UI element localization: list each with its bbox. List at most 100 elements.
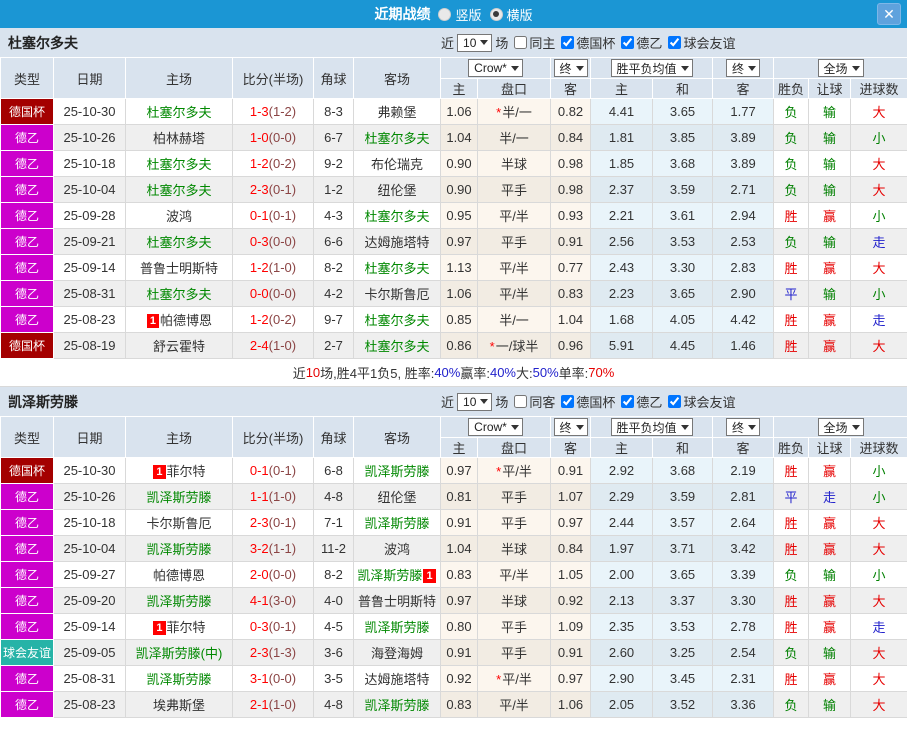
crow-away-odds: 0.82 [550,98,592,125]
layout-horizontal-label: 横版 [506,7,533,23]
handicap-text: 平手 [501,183,528,198]
handicap-result-cell: 赢 [808,665,852,692]
away-team-name: 杜塞尔多夫 [364,131,430,146]
same-away-filter[interactable]: 同客 [508,392,555,411]
layout-vertical-radio[interactable]: 竖版 [438,5,482,24]
col-score: 比分(半场) [232,416,314,458]
handicap-result-cell: 输 [808,98,852,125]
fulltime-score: 3-1 [249,671,269,686]
corner-count: 4-2 [313,280,354,307]
competition-checkbox[interactable] [668,36,682,49]
away-team: 布伦瑞克 [353,150,441,177]
competition-filter[interactable]: 球会友谊 [662,33,735,52]
corner-count: 4-3 [313,202,354,229]
competition-badge: 德乙 [0,228,54,255]
avg-draw-odds: 3.65 [652,98,714,125]
competition-checkbox[interactable] [561,395,575,408]
layout-horizontal-radio[interactable]: 横版 [489,5,533,24]
avg-odds-select[interactable]: 胜平负均值 [610,418,693,436]
competition-filter[interactable]: 德国杯 [555,392,615,411]
handicap-line: 平手 [476,228,552,255]
match-row: 德乙 25-08-23 1 帕德博恩 1-2(0-2) 9-7 杜塞尔多夫 0.85 半/一 1.… [0,306,907,333]
col-result: 胜负 [773,437,810,458]
competition-filter[interactable]: 球会友谊 [662,392,735,411]
crow-away-odds: 0.93 [550,202,592,229]
result-cell: 平 [773,280,810,307]
home-team-name: 凯泽斯劳滕 [146,594,212,609]
match-date: 25-10-04 [53,535,126,562]
same-home-checkbox[interactable] [514,36,528,49]
match-row: 德国杯 25-08-19 舒云霍特 2-4(1-0) 2-7 杜塞尔多夫 0.86 *一/球半… [0,332,907,359]
same-home-filter[interactable]: 同主 [508,33,555,52]
competition-badge: 德乙 [0,176,54,203]
avg-home-odds: 2.13 [590,587,654,614]
match-count-select[interactable]: 10 [457,33,493,52]
competition-checkbox[interactable] [621,36,635,49]
home-team-name: 舒云霍特 [152,339,205,354]
near-label: 近 [441,395,455,410]
away-team-name: 波鸿 [383,542,410,557]
bookmaker-select[interactable]: Crow* [468,59,523,77]
home-team: 凯泽斯劳滕 [125,535,233,562]
bookmaker-select[interactable]: Crow* [468,418,523,436]
avg-draw-odds: 3.61 [652,202,714,229]
chevron-down-icon [680,424,689,430]
crow-away-odds: 0.91 [550,639,592,666]
corner-count: 9-2 [313,150,354,177]
avg-home-odds: 4.41 [590,98,654,125]
match-score: 1-0(0-0) [232,124,314,151]
crow-away-odds: 0.97 [550,665,592,692]
match-date: 25-10-18 [53,509,126,536]
goals-result-cell: 大 [850,639,907,666]
competition-checkbox[interactable] [668,395,682,408]
games-label: 场 [495,395,509,410]
odds-time-select[interactable]: 终 [553,59,588,77]
avg-time-select[interactable]: 终 [726,59,761,77]
competition-filter[interactable]: 德国杯 [555,33,615,52]
away-team: 达姆施塔特 [353,228,441,255]
goals-result-cell: 大 [850,98,907,125]
match-date: 25-10-30 [53,457,126,484]
halftime-score: (1-0) [268,697,297,712]
team2-competition-filters: 德国杯 德乙 球会友谊 [555,392,735,411]
page-title: 近期战绩 [374,6,431,22]
period-select[interactable]: 全场 [817,59,864,77]
away-team: 杜塞尔多夫 [353,254,441,281]
home-team: 1 菲尔特 [125,613,233,640]
handicap-text: 平/半 [499,209,529,224]
fulltime-score: 0-3 [249,619,269,634]
chevron-down-icon [510,65,519,71]
radio-selected-icon[interactable] [489,7,503,21]
away-team: 纽伦堡 [353,176,441,203]
halftime-score: (1-1) [268,541,297,556]
handicap-result-cell: 输 [808,561,852,588]
home-team: 舒云霍特 [125,332,233,359]
same-away-checkbox[interactable] [514,395,528,408]
competition-checkbox[interactable] [621,395,635,408]
competition-filter[interactable]: 德乙 [615,33,662,52]
avg-away-odds: 1.77 [712,98,775,125]
competition-filter[interactable]: 德乙 [615,392,662,411]
recent-results-panel: 近期战绩 竖版 横版 ✕ 杜塞尔多夫 近 10 场 同主 德国杯德乙球会友谊 [0,0,907,750]
avg-odds-select[interactable]: 胜平负均值 [610,59,693,77]
halftime-score: (0-2) [268,156,297,171]
halftime-score: (1-2) [268,104,297,119]
competition-checkbox[interactable] [561,36,575,49]
title-bar: 近期战绩 竖版 横版 ✕ [0,0,907,28]
match-count-select[interactable]: 10 [457,392,493,411]
avg-time-select[interactable]: 终 [726,418,761,436]
match-score: 1-3(1-2) [232,98,314,125]
close-icon[interactable]: ✕ [877,3,901,25]
away-team: 海登海姆 [353,639,441,666]
odds-time-select[interactable]: 终 [553,418,588,436]
team2-filters: 近 10 场 同客 德国杯 德乙 球会友谊 [441,387,735,416]
avg-draw-odds: 3.65 [652,280,714,307]
period-select[interactable]: 全场 [817,418,864,436]
radio-unselected-icon[interactable] [438,7,452,21]
away-team: 纽伦堡 [353,483,441,510]
result-cell: 负 [773,691,810,718]
crow-home-odds: 0.92 [440,665,478,692]
rank-badge: 1 [146,314,160,328]
match-row: 德乙 25-09-14 1 菲尔特 0-3(0-1) 4-5 凯泽斯劳滕 0.80 平手 1.09… [0,613,907,640]
col-score: 比分(半场) [232,57,314,99]
